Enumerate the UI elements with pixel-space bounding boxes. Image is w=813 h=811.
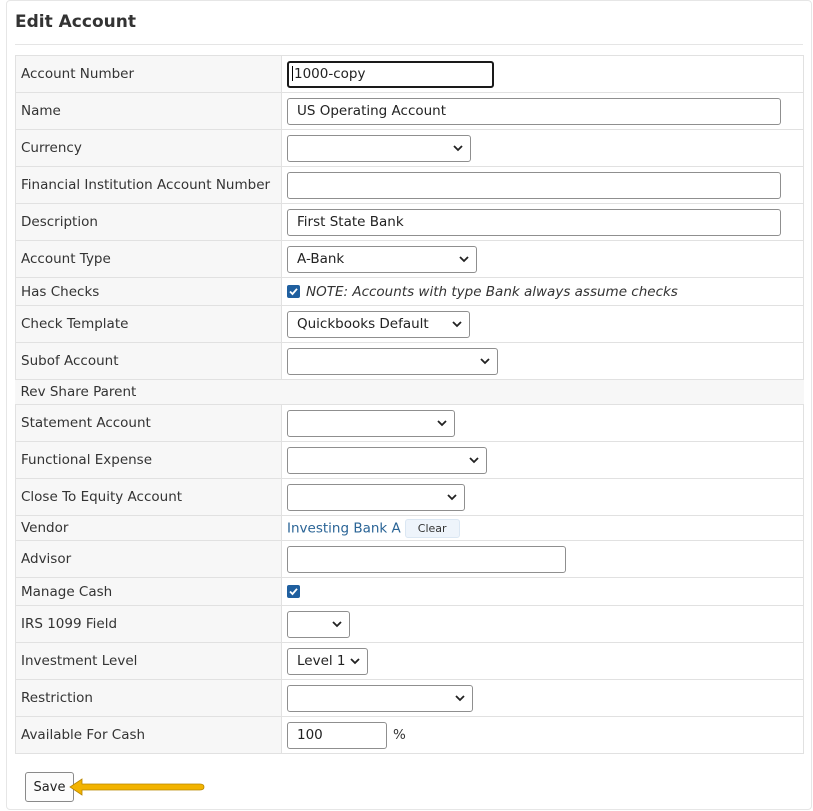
row-description: Description First State Bank — [15, 203, 804, 241]
close-to-equity-label: Close To Equity Account — [15, 478, 282, 516]
subof-account-select[interactable] — [287, 347, 498, 375]
row-fin-inst-account-number: Financial Institution Account Number — [15, 166, 804, 204]
row-check-template: Check Template Quickbooks Default — [15, 305, 804, 343]
currency-select[interactable] — [287, 134, 471, 162]
description-label: Description — [15, 203, 282, 241]
row-vendor: Vendor Investing Bank A Clear — [15, 515, 804, 541]
has-checks-checkbox[interactable] — [287, 285, 300, 298]
checkmark-icon — [289, 588, 298, 596]
vendor-clear-button[interactable]: Clear — [404, 518, 460, 538]
manage-cash-label: Manage Cash — [15, 577, 282, 606]
row-investment-level: Investment Level Level 1 — [15, 642, 804, 680]
chevron-down-icon — [455, 695, 465, 702]
has-checks-label: Has Checks — [15, 277, 282, 306]
vendor-link[interactable]: Investing Bank A — [287, 520, 401, 536]
investment-level-label: Investment Level — [15, 642, 282, 680]
manage-cash-checkbox[interactable] — [287, 585, 300, 598]
investment-level-select[interactable]: Level 1 — [287, 647, 368, 675]
irs-1099-select[interactable] — [287, 610, 350, 638]
restriction-label: Restriction — [15, 679, 282, 717]
description-input[interactable]: First State Bank — [287, 208, 781, 236]
restriction-select[interactable] — [287, 684, 473, 712]
row-currency: Currency — [15, 129, 804, 167]
account-form-table: Account Number 1000-copy Name US Operati… — [15, 55, 804, 754]
chevron-down-icon — [332, 621, 342, 628]
available-for-cash-input[interactable]: 100 — [287, 721, 387, 749]
fin-inst-account-number-input[interactable] — [287, 171, 781, 199]
functional-expense-label: Functional Expense — [15, 441, 282, 479]
statement-account-select[interactable] — [287, 409, 455, 437]
row-account-number: Account Number 1000-copy — [15, 55, 804, 93]
name-input[interactable]: US Operating Account — [287, 97, 781, 125]
advisor-label: Advisor — [15, 540, 282, 578]
account-type-label: Account Type — [15, 240, 282, 278]
chevron-down-icon — [350, 658, 360, 665]
row-statement-account: Statement Account — [15, 404, 804, 442]
row-restriction: Restriction — [15, 679, 804, 717]
row-close-to-equity: Close To Equity Account — [15, 478, 804, 516]
functional-expense-select[interactable] — [287, 446, 487, 474]
chevron-down-icon — [469, 457, 479, 464]
row-has-checks: Has Checks NOTE: Accounts with type Bank… — [15, 277, 804, 306]
row-name: Name US Operating Account — [15, 92, 804, 130]
fin-inst-account-number-label: Financial Institution Account Number — [15, 166, 282, 204]
account-number-label: Account Number — [15, 55, 282, 93]
chevron-down-icon — [447, 494, 457, 501]
has-checks-note: NOTE: Accounts with type Bank always ass… — [306, 283, 678, 300]
text-caret — [292, 66, 293, 81]
account-number-input[interactable]: 1000-copy — [287, 60, 494, 88]
check-template-label: Check Template — [15, 305, 282, 343]
row-irs-1099: IRS 1099 Field — [15, 605, 804, 643]
statement-account-label: Statement Account — [15, 404, 282, 442]
subof-account-label: Subof Account — [15, 342, 282, 380]
close-to-equity-select[interactable] — [287, 483, 465, 511]
edit-account-panel: Edit Account Account Number 1000-copy Na… — [6, 0, 812, 810]
available-for-cash-label: Available For Cash — [15, 716, 282, 754]
title-divider — [15, 44, 803, 45]
vendor-label: Vendor — [15, 515, 282, 541]
rev-share-parent-label: Rev Share Parent — [15, 379, 282, 405]
chevron-down-icon — [459, 256, 469, 263]
row-subof-account: Subof Account — [15, 342, 804, 380]
chevron-down-icon — [437, 420, 447, 427]
checkmark-icon — [289, 288, 298, 296]
currency-label: Currency — [15, 129, 282, 167]
row-rev-share-parent: Rev Share Parent — [15, 379, 804, 405]
row-manage-cash: Manage Cash — [15, 577, 804, 606]
chevron-down-icon — [453, 145, 463, 152]
row-account-type: Account Type A-Bank — [15, 240, 804, 278]
row-advisor: Advisor — [15, 540, 804, 578]
page-title: Edit Account — [15, 12, 136, 32]
chevron-down-icon — [480, 358, 490, 365]
account-type-select[interactable]: A-Bank — [287, 245, 477, 273]
row-available-for-cash: Available For Cash 100% — [15, 716, 804, 754]
chevron-down-icon — [452, 321, 462, 328]
name-label: Name — [15, 92, 282, 130]
check-template-select[interactable]: Quickbooks Default — [287, 310, 470, 338]
pointer-arrow-icon — [69, 778, 205, 796]
percent-unit: % — [393, 727, 406, 743]
irs-1099-label: IRS 1099 Field — [15, 605, 282, 643]
row-functional-expense: Functional Expense — [15, 441, 804, 479]
advisor-input[interactable] — [287, 545, 566, 573]
